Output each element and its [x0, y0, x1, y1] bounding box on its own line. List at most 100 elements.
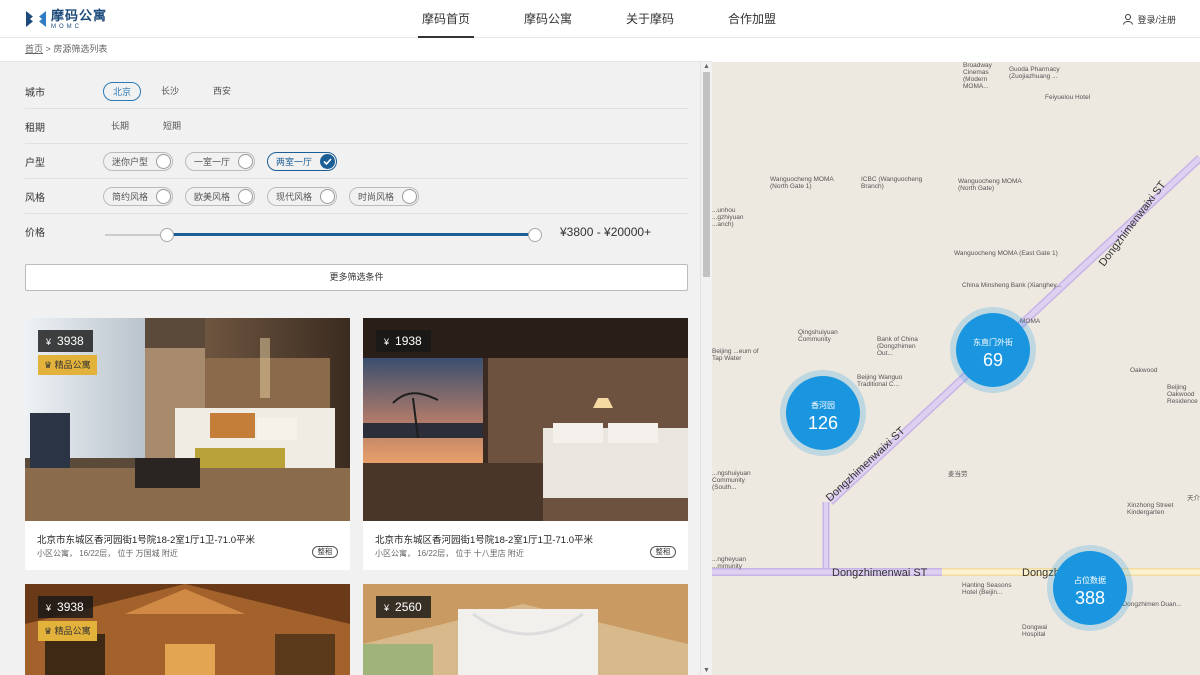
- listing-scrollbar[interactable]: ▲ ▼: [700, 62, 712, 675]
- nav-apartments[interactable]: 摩码公寓: [520, 0, 576, 38]
- breadcrumb-current: 房源筛选列表: [53, 44, 108, 54]
- style-option-simple[interactable]: 简约风格: [103, 186, 174, 206]
- style-option-euro[interactable]: 欧美风格: [185, 186, 256, 206]
- map-poi[interactable]: ...ngshuiyuan Community (South...: [712, 470, 752, 491]
- map-poi[interactable]: China Minsheng Bank (Xianghey...: [962, 282, 1062, 289]
- map-poi[interactable]: ...ngheyuan ...mmunity: [712, 556, 752, 570]
- scroll-up-arrow-icon[interactable]: ▲: [703, 63, 710, 70]
- map-cluster-placeholder[interactable]: 占位数据 388: [1053, 551, 1127, 625]
- city-option-changsha[interactable]: 长沙: [153, 82, 187, 101]
- map-poi[interactable]: MOMA: [1020, 318, 1040, 325]
- listing-card[interactable]: ¥3938 ♛ 精品公寓: [25, 584, 350, 675]
- map-poi[interactable]: ICBC (Wanguocheng Branch): [861, 176, 926, 190]
- price-tag: ¥3938: [38, 596, 93, 618]
- price-max-handle[interactable]: [528, 228, 542, 242]
- price-range-fill: [166, 233, 535, 236]
- city-option-beijing[interactable]: 北京: [103, 81, 142, 101]
- listing-card[interactable]: ¥2560: [363, 584, 688, 675]
- map-poi[interactable]: 天介: [1187, 495, 1200, 502]
- style-option-euro-label: 欧美风格: [194, 191, 231, 202]
- map-poi[interactable]: Guoda Pharmacy (Zuojiazhuang ...: [1009, 66, 1069, 80]
- map-poi[interactable]: Broadway Cinemas (Modern MOMA...: [963, 62, 1003, 90]
- nav-about[interactable]: 关于摩码: [622, 0, 678, 38]
- listing-card[interactable]: ¥1938 北京市东城区香河园街1号院18-2室1厅1卫-71.0平米 小区公寓…: [363, 318, 688, 570]
- main-nav: 摩码首页 摩码公寓 关于摩码 合作加盟: [418, 0, 826, 38]
- listing-photo: ¥1938: [363, 318, 688, 521]
- map-poi[interactable]: Bank of China (Dongzhimen Out...: [877, 336, 927, 357]
- map-poi-mcdonalds[interactable]: 麦当劳: [948, 471, 968, 478]
- map-poi[interactable]: Oakwood: [1130, 367, 1157, 374]
- map-poi[interactable]: ...unhou ...gzhiyuan ...anch): [712, 207, 743, 228]
- filter-city: 城市 北京 长沙 西安: [25, 74, 688, 109]
- filter-layout: 户型 迷你户型 一室一厅 两室一厅: [25, 144, 688, 179]
- filter-term-label: 租期: [25, 122, 45, 134]
- map-cluster-xiangheyuan[interactable]: 香河园 126: [786, 376, 860, 450]
- style-option-modern[interactable]: 现代风格: [267, 186, 338, 206]
- top-header: 摩码公寓 MOMC 摩码首页 摩码公寓 关于摩码 合作加盟 登录/注册: [0, 0, 1200, 38]
- map-poi[interactable]: Dongwai Hospital: [1022, 624, 1062, 638]
- login-register-link[interactable]: 登录/注册: [1123, 13, 1176, 26]
- crown-icon: ♛: [44, 360, 53, 370]
- style-option-simple-label: 简约风格: [112, 191, 149, 202]
- map-poi[interactable]: Beijing ...eum of Tap Water: [712, 348, 767, 362]
- breadcrumb-home[interactable]: 首页: [25, 44, 43, 54]
- logo-name-en: MOMC: [51, 23, 82, 30]
- rental-type-tag: 整租: [650, 546, 676, 558]
- checkbox-circle-icon: [156, 188, 172, 204]
- map-poi[interactable]: Beijing Oakwood Residence: [1167, 384, 1200, 405]
- crown-icon: ♛: [44, 626, 53, 636]
- map-poi[interactable]: Feiyuelou Hotel: [1045, 94, 1090, 101]
- price-tag: ¥2560: [376, 596, 431, 618]
- map-poi[interactable]: Qingshuiyuan Community: [798, 329, 848, 343]
- cluster-name: 东直门外街: [973, 338, 1013, 347]
- listing-card[interactable]: ¥3938 ♛ 精品公寓 北京市东城区香河园街1号院18-2室1厅1卫-71.0…: [25, 318, 350, 570]
- premium-badge-label: 精品公寓: [54, 360, 91, 370]
- term-option-long[interactable]: 长期: [103, 117, 137, 136]
- listing-subtitle: 小区公寓， 16/22层， 位于 万国城 附近: [37, 549, 178, 558]
- filter-city-label: 城市: [25, 87, 45, 99]
- logo-name-cn: 摩码公寓: [51, 7, 108, 23]
- map-poi[interactable]: Wanguocheng MOMA (North Gate 1): [770, 176, 850, 190]
- layout-option-mini-label: 迷你户型: [112, 156, 149, 167]
- map-poi[interactable]: Hanting Seasons Hotel (Beijin...: [962, 582, 1022, 596]
- term-option-short[interactable]: 短期: [155, 117, 189, 136]
- cluster-count: 388: [1074, 588, 1106, 608]
- more-filters-button[interactable]: 更多筛选条件: [25, 264, 688, 291]
- checkmark-icon: [320, 153, 336, 169]
- map-poi[interactable]: Beijing Wanguo Traditional C...: [857, 374, 907, 388]
- map-view[interactable]: Dongzhimenwaixi ST Dongzhimenwaixi ST Do…: [712, 62, 1200, 675]
- premium-badge-label: 精品公寓: [54, 626, 91, 636]
- listing-title: 北京市东城区香河园街1号院18-2室1厅1卫-71.0平米: [375, 535, 594, 546]
- layout-option-one-bedroom[interactable]: 一室一厅: [185, 151, 256, 171]
- rental-type-tag: 整租: [312, 546, 338, 558]
- map-poi[interactable]: Wanguocheng MOMA (East Gate 1): [954, 250, 1058, 257]
- filter-layout-label: 户型: [25, 157, 45, 169]
- road-label-diagonal: Dongzhimenwaixi ST: [1097, 179, 1169, 269]
- map-poi[interactable]: Xinzhong Street Kindergarten: [1127, 502, 1175, 516]
- layout-option-one-bedroom-label: 一室一厅: [194, 156, 231, 167]
- nav-franchise[interactable]: 合作加盟: [724, 0, 780, 38]
- checkbox-circle-icon: [402, 188, 418, 204]
- city-option-xian[interactable]: 西安: [205, 82, 239, 101]
- cluster-name: 香河园: [811, 401, 835, 410]
- scroll-down-arrow-icon[interactable]: ▼: [703, 667, 710, 674]
- listing-price: 3938: [57, 600, 84, 614]
- scrollbar-thumb[interactable]: [703, 72, 710, 277]
- map-cluster-dongzhimenwai[interactable]: 东直门外街 69: [956, 313, 1030, 387]
- premium-badge: ♛ 精品公寓: [38, 621, 97, 641]
- style-option-fashion[interactable]: 时尚风格: [349, 186, 420, 206]
- cluster-name: 占位数据: [1074, 576, 1106, 585]
- logo-mark-icon: [26, 11, 46, 27]
- style-option-fashion-label: 时尚风格: [358, 191, 395, 202]
- nav-home[interactable]: 摩码首页: [418, 0, 475, 38]
- price-min-handle[interactable]: [159, 228, 174, 242]
- price-range-slider[interactable]: [105, 228, 542, 242]
- map-poi[interactable]: Wanguocheng MOMA (North Gate): [958, 178, 1033, 192]
- user-icon: [1123, 14, 1134, 25]
- layout-option-mini[interactable]: 迷你户型: [103, 151, 174, 171]
- layout-option-two-bedroom[interactable]: 两室一厅: [267, 151, 338, 171]
- listing-price: 1938: [395, 334, 422, 348]
- brand-logo[interactable]: 摩码公寓 MOMC: [24, 6, 107, 32]
- breadcrumb: 首页 > 房源筛选列表: [0, 38, 712, 62]
- listing-photo: ¥2560: [363, 584, 688, 675]
